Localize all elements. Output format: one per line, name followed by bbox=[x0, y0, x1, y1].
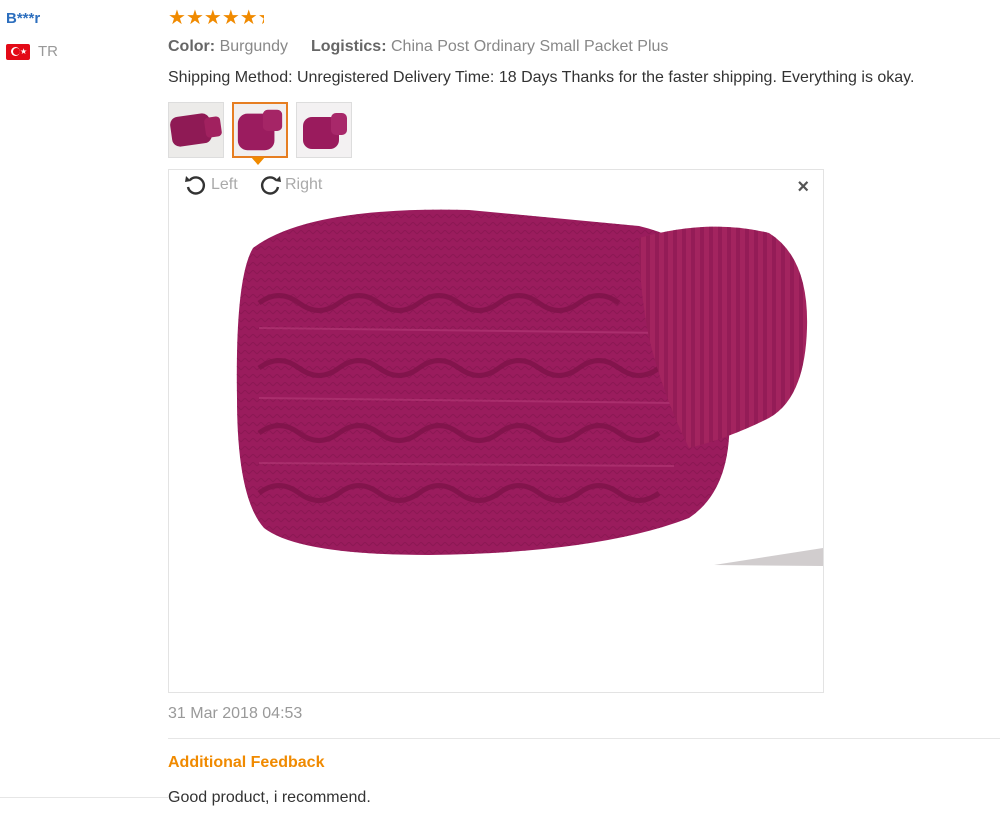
photo-thumbnail[interactable] bbox=[168, 102, 224, 158]
star-rating: ★ ★ ★ ★ ★ ★ bbox=[168, 8, 264, 28]
star-icon: ★ bbox=[239, 7, 258, 29]
active-thumbnail-indicator bbox=[251, 157, 265, 165]
rotate-left-icon bbox=[185, 176, 205, 195]
reviewer-name[interactable]: B***r bbox=[6, 10, 40, 27]
star-icon: ★ bbox=[203, 7, 222, 29]
additional-feedback-text: Good product, i recommend. bbox=[168, 789, 371, 806]
photo-thumbnail-active[interactable] bbox=[232, 102, 288, 158]
rotate-right-label: Right bbox=[285, 176, 323, 193]
logistics-value: China Post Ordinary Small Packet Plus bbox=[390, 38, 669, 55]
review-text: Shipping Method: Unregistered Delivery T… bbox=[168, 69, 915, 86]
star-icon: ★ bbox=[185, 7, 204, 29]
logistics-label: Logistics: bbox=[310, 38, 387, 55]
product-photo bbox=[169, 198, 823, 566]
turkey-flag-icon: ★ bbox=[6, 43, 30, 60]
rotate-right-button[interactable]: Right bbox=[257, 172, 322, 198]
star-icon: ★ bbox=[221, 7, 240, 29]
photo-thumbnails bbox=[168, 102, 352, 158]
product-photo-thumbnail bbox=[169, 103, 223, 157]
product-photo-thumbnail bbox=[297, 103, 351, 157]
rotate-left-label: Left bbox=[211, 176, 238, 193]
product-photo-thumbnail bbox=[234, 104, 286, 156]
color-value: Burgundy bbox=[219, 38, 289, 55]
additional-feedback-heading: Additional Feedback bbox=[168, 754, 325, 771]
rotate-right-icon bbox=[261, 176, 281, 195]
divider bbox=[0, 797, 168, 798]
rotate-left-button[interactable]: Left bbox=[183, 172, 238, 198]
photo-thumbnail[interactable] bbox=[296, 102, 352, 158]
close-icon[interactable]: × bbox=[797, 176, 809, 199]
star-icon: ★ bbox=[258, 8, 264, 28]
product-attributes: Color: Burgundy Logistics: China Post Or… bbox=[168, 38, 668, 56]
review-date: 31 Mar 2018 04:53 bbox=[168, 705, 303, 722]
divider bbox=[168, 738, 1000, 739]
reviewer-country: ★ TR bbox=[6, 43, 58, 60]
country-code: TR bbox=[38, 43, 58, 60]
photo-viewer: Left Right × bbox=[168, 169, 824, 693]
star-icon: ★ bbox=[168, 7, 186, 29]
color-label: Color: bbox=[168, 38, 216, 55]
